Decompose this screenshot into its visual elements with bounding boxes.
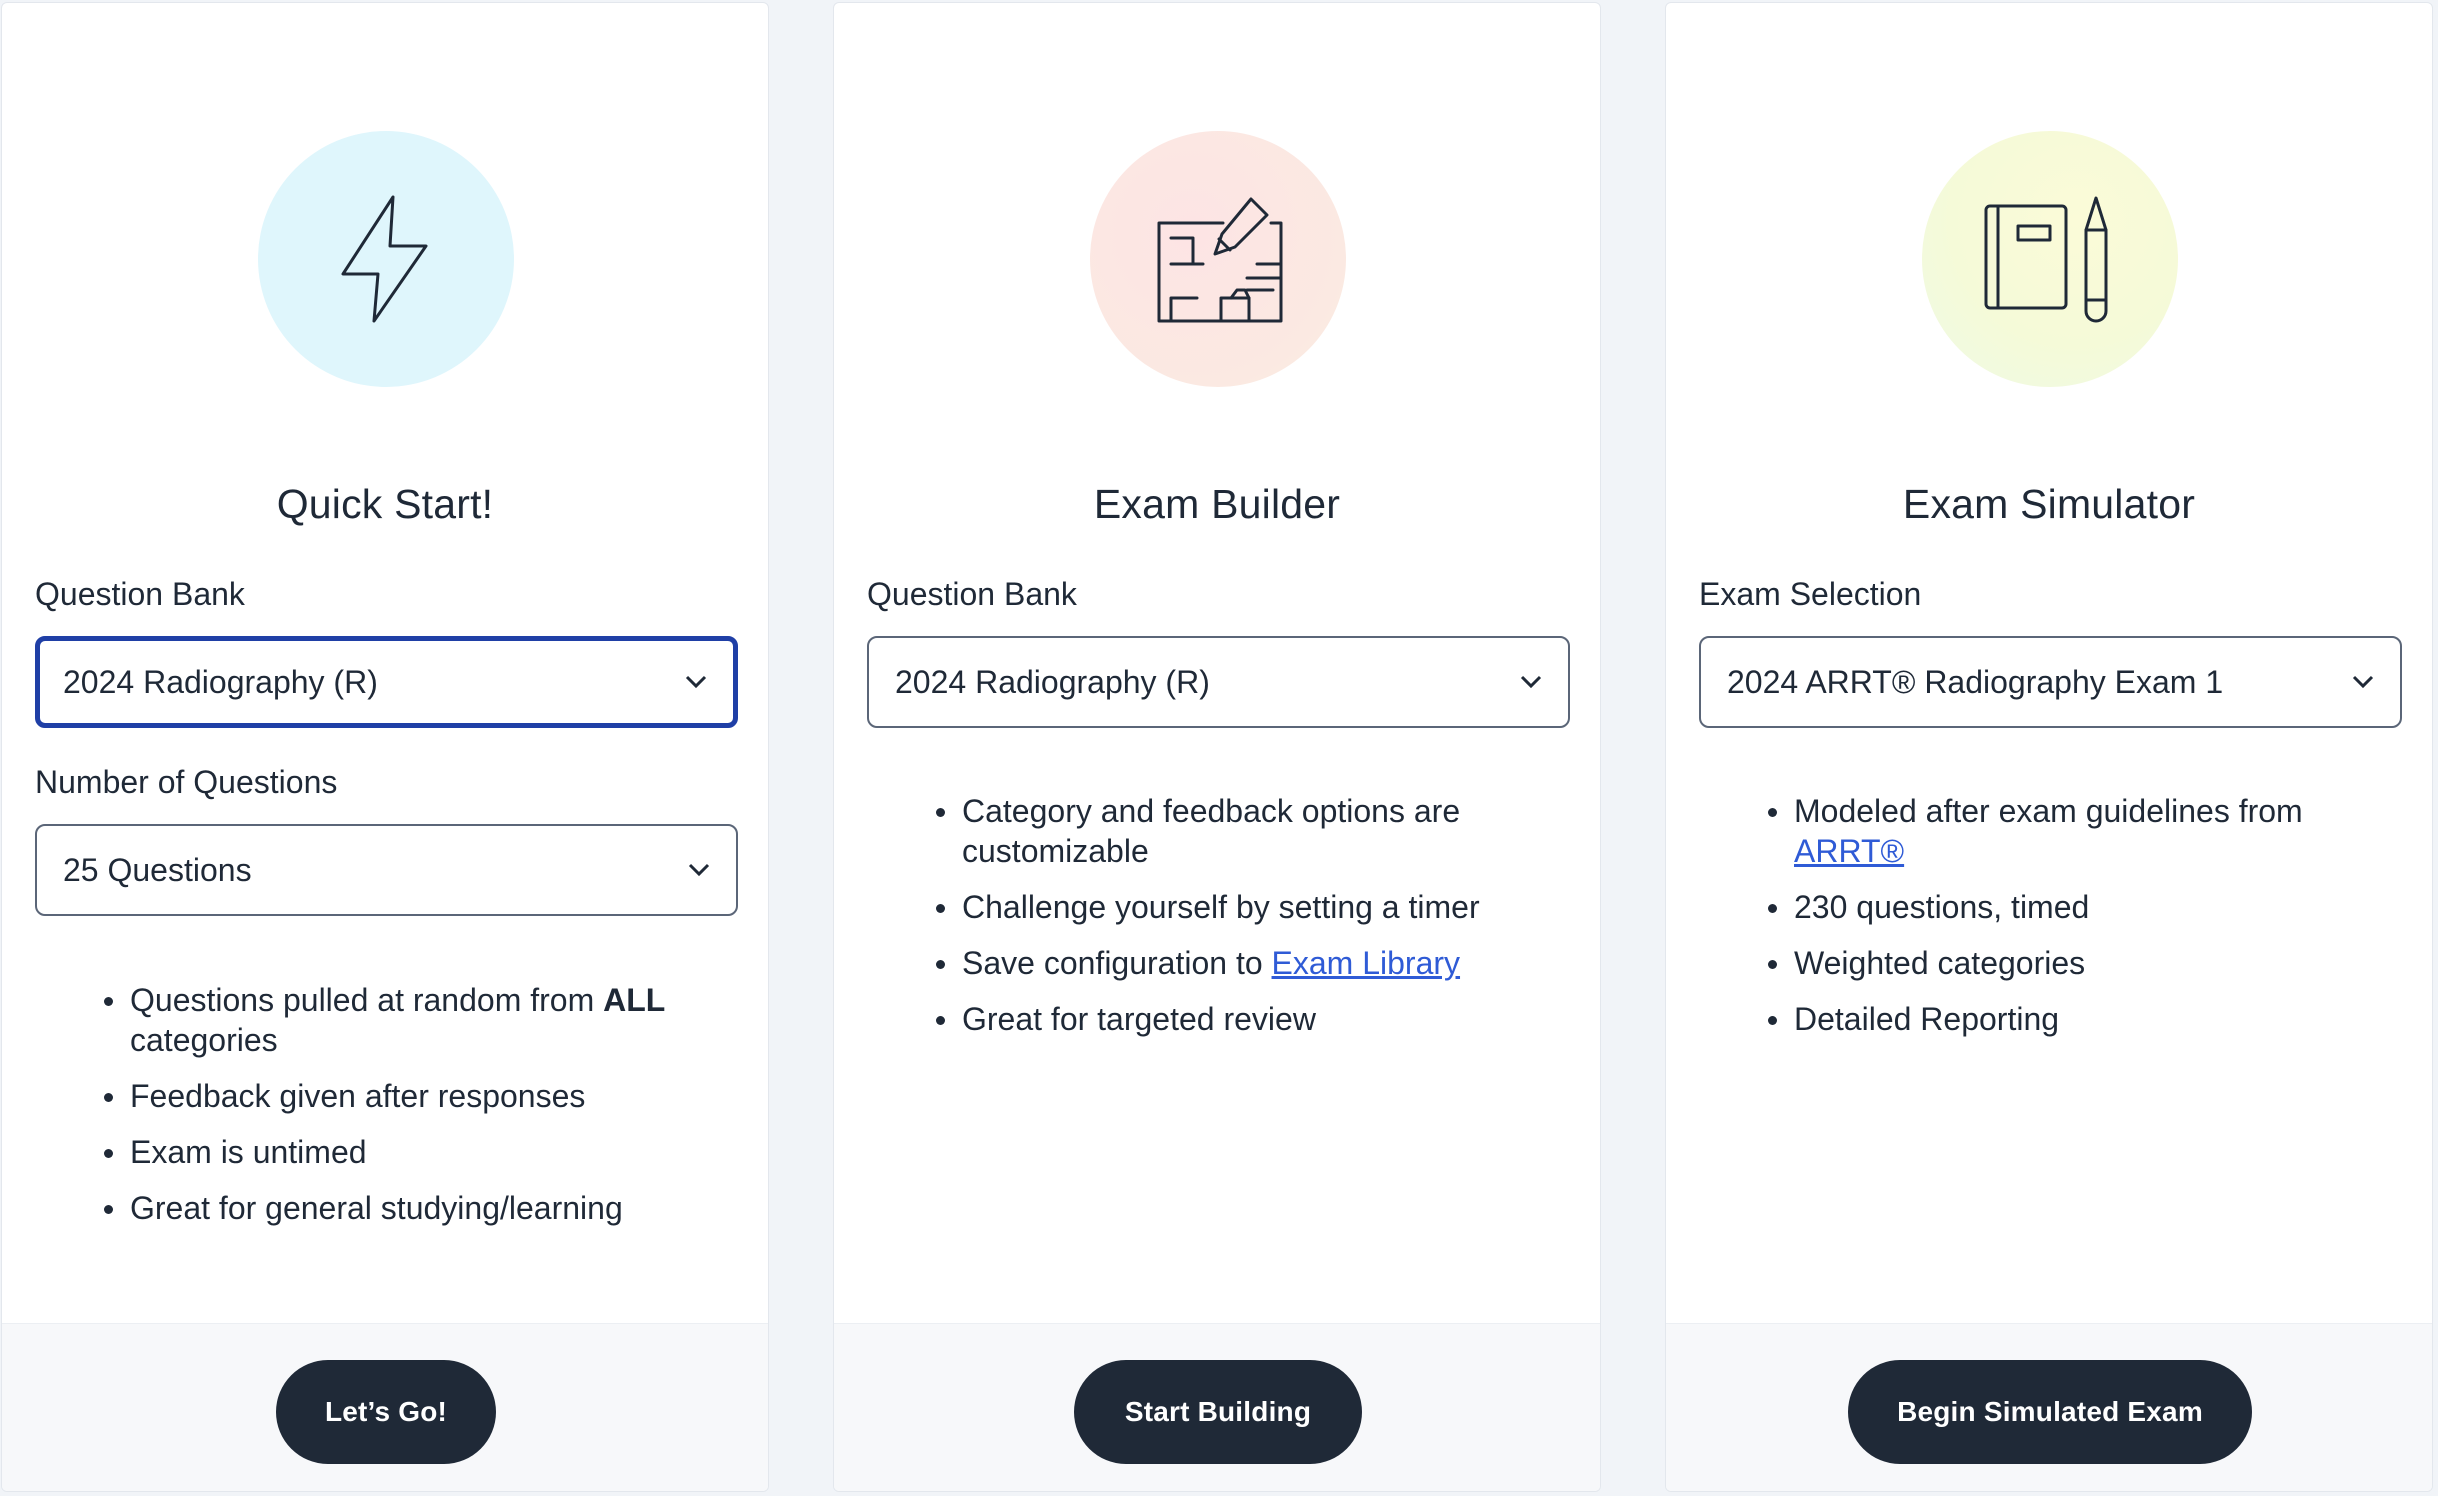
exam-selection-label: Exam Selection: [1699, 576, 1922, 612]
exam-simulator-footer: Begin Simulated Exam: [1666, 1323, 2432, 1491]
question-bank-select[interactable]: 2024 Radiography (R): [35, 636, 738, 728]
list-item: Save configuration to Exam Library: [936, 943, 1562, 983]
list-item: Challenge yourself by setting a timer: [936, 887, 1562, 927]
lets-go-button[interactable]: Let’s Go!: [276, 1360, 496, 1464]
chevron-down-icon: [1520, 675, 1542, 689]
quick-start-icon-circle: [258, 131, 514, 387]
begin-simulated-exam-button[interactable]: Begin Simulated Exam: [1848, 1360, 2252, 1464]
notebook-pencil-icon: [1982, 194, 2118, 324]
list-item: Detailed Reporting: [1768, 999, 2394, 1039]
number-of-questions-select[interactable]: 25 Questions: [35, 824, 738, 916]
exam-builder-card: Exam Builder Question Bank 2024 Radiogra…: [833, 2, 1601, 1492]
list-item: Exam is untimed: [104, 1132, 730, 1172]
exam-selection-value: 2024 ARRT® Radiography Exam 1: [1727, 663, 2224, 700]
exam-simulator-icon-circle: [1922, 131, 2178, 387]
list-item: Weighted categories: [1768, 943, 2394, 983]
lightning-bolt-icon: [338, 194, 434, 324]
chevron-down-icon: [688, 863, 710, 877]
question-bank-label: Question Bank: [867, 576, 1077, 612]
exam-selection-select[interactable]: 2024 ARRT® Radiography Exam 1: [1699, 636, 2402, 728]
number-of-questions-label: Number of Questions: [35, 764, 338, 800]
exam-builder-feature-list: Category and feedback options are custom…: [936, 791, 1562, 1055]
quick-start-feature-list: Questions pulled at random from ALL cate…: [104, 980, 730, 1244]
quick-start-card: Quick Start! Question Bank 2024 Radiogra…: [1, 2, 769, 1492]
question-bank-label: Question Bank: [35, 576, 245, 612]
exam-simulator-title: Exam Simulator: [1902, 481, 2196, 527]
exam-simulator-feature-list: Modeled after exam guidelines from ARRT®…: [1768, 791, 2394, 1055]
question-bank-value: 2024 Radiography (R): [895, 663, 1210, 700]
list-item: Great for general studying/learning: [104, 1188, 730, 1228]
exam-library-link[interactable]: Exam Library: [1272, 945, 1461, 981]
blueprint-pencil-icon: [1153, 194, 1283, 324]
list-item: Category and feedback options are custom…: [936, 791, 1562, 871]
question-bank-value: 2024 Radiography (R): [63, 663, 378, 700]
exam-builder-icon-circle: [1090, 131, 1346, 387]
quick-start-title: Quick Start!: [276, 481, 494, 527]
number-of-questions-value: 25 Questions: [63, 851, 252, 888]
exam-builder-footer: Start Building: [834, 1323, 1600, 1491]
exam-builder-title: Exam Builder: [1093, 481, 1341, 527]
list-item: Modeled after exam guidelines from ARRT®: [1768, 791, 2394, 871]
question-bank-select[interactable]: 2024 Radiography (R): [867, 636, 1570, 728]
list-item: Questions pulled at random from ALL cate…: [104, 980, 730, 1060]
start-building-button[interactable]: Start Building: [1074, 1360, 1362, 1464]
list-item: 230 questions, timed: [1768, 887, 2394, 927]
arrt-link[interactable]: ARRT®: [1794, 833, 1904, 869]
chevron-down-icon: [685, 675, 707, 689]
list-item: Feedback given after responses: [104, 1076, 730, 1116]
quick-start-footer: Let’s Go!: [2, 1323, 768, 1491]
exam-simulator-card: Exam Simulator Exam Selection 2024 ARRT®…: [1665, 2, 2433, 1492]
chevron-down-icon: [2352, 675, 2374, 689]
list-item: Great for targeted review: [936, 999, 1562, 1039]
